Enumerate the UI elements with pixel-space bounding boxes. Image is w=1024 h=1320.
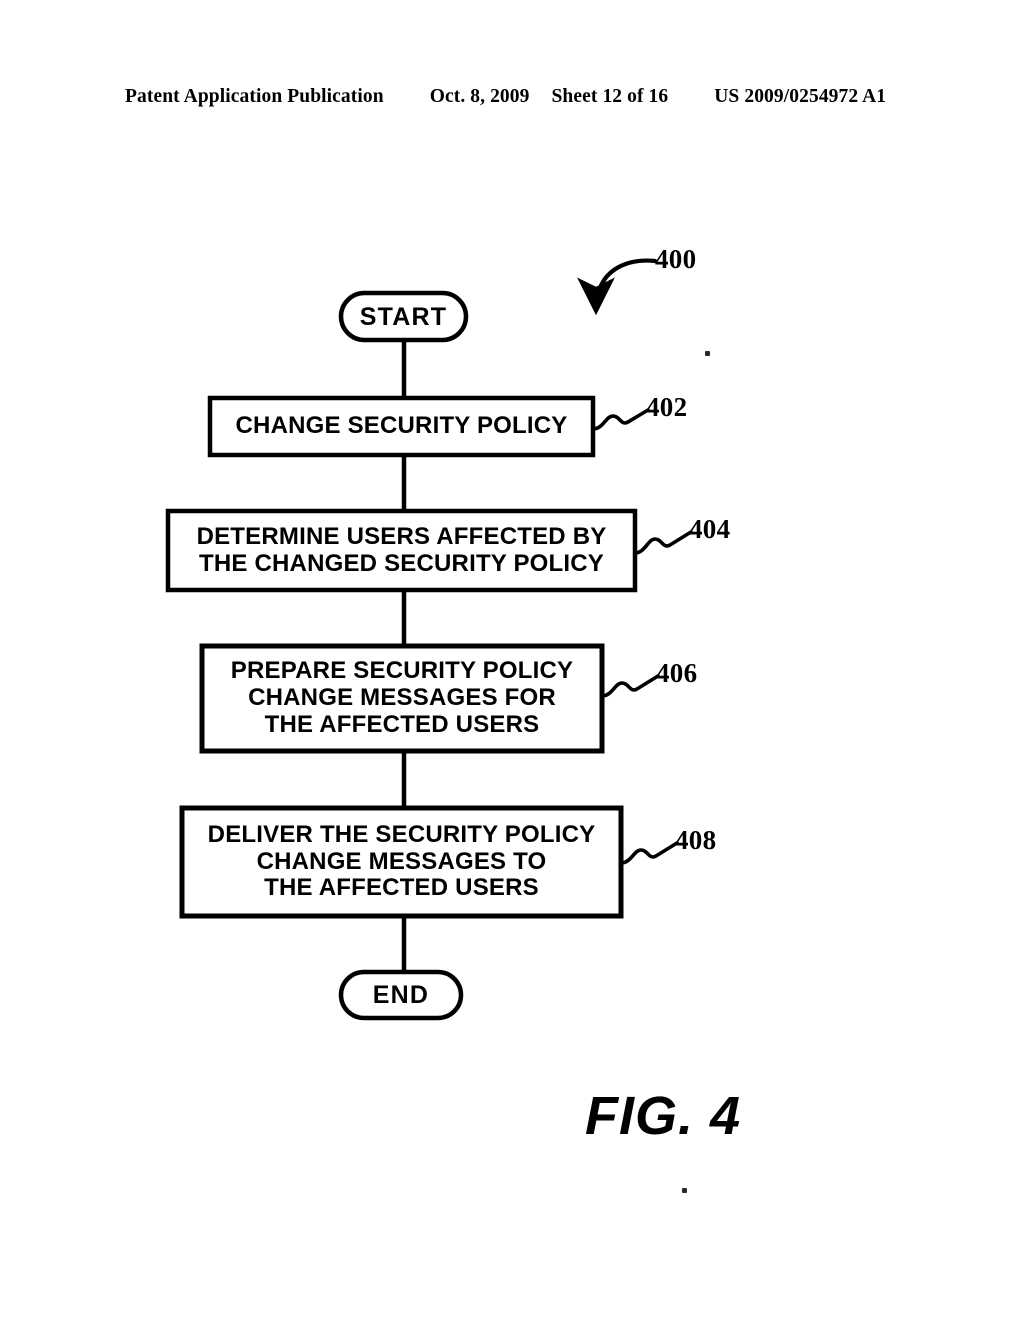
reference-leader-lines	[591, 408, 693, 865]
node-406-shape	[199, 643, 605, 754]
leader-line-408	[619, 841, 679, 865]
reference-numeral-400: 400	[655, 244, 697, 274]
leader-line-406	[600, 674, 660, 698]
leader-line-404	[633, 530, 693, 555]
patent-drawing-page: Patent Application Publication Oct. 8, 2…	[0, 0, 1024, 1320]
figure-4-flowchart: START CHANGE SECURITY POLICY DETERMINE U…	[0, 0, 1024, 1320]
reference-numeral-402: 402	[646, 392, 688, 422]
figure-caption: FIG. 4	[585, 1086, 742, 1146]
reference-numeral-404: 404	[689, 514, 731, 544]
node-end-shape	[338, 969, 464, 1021]
flowchart-graphics	[165, 258, 693, 1021]
reference-numeral-406: 406	[656, 658, 698, 688]
node-402-shape	[207, 395, 596, 458]
node-start-shape	[338, 290, 469, 343]
scan-speck-lower	[682, 1188, 687, 1193]
leader-line-402	[591, 408, 650, 431]
leader-arrow-400	[577, 258, 658, 316]
reference-numeral-408: 408	[675, 825, 717, 855]
node-404-shape	[165, 508, 638, 593]
node-408-shape	[179, 805, 624, 919]
scan-speck-upper	[705, 351, 710, 356]
